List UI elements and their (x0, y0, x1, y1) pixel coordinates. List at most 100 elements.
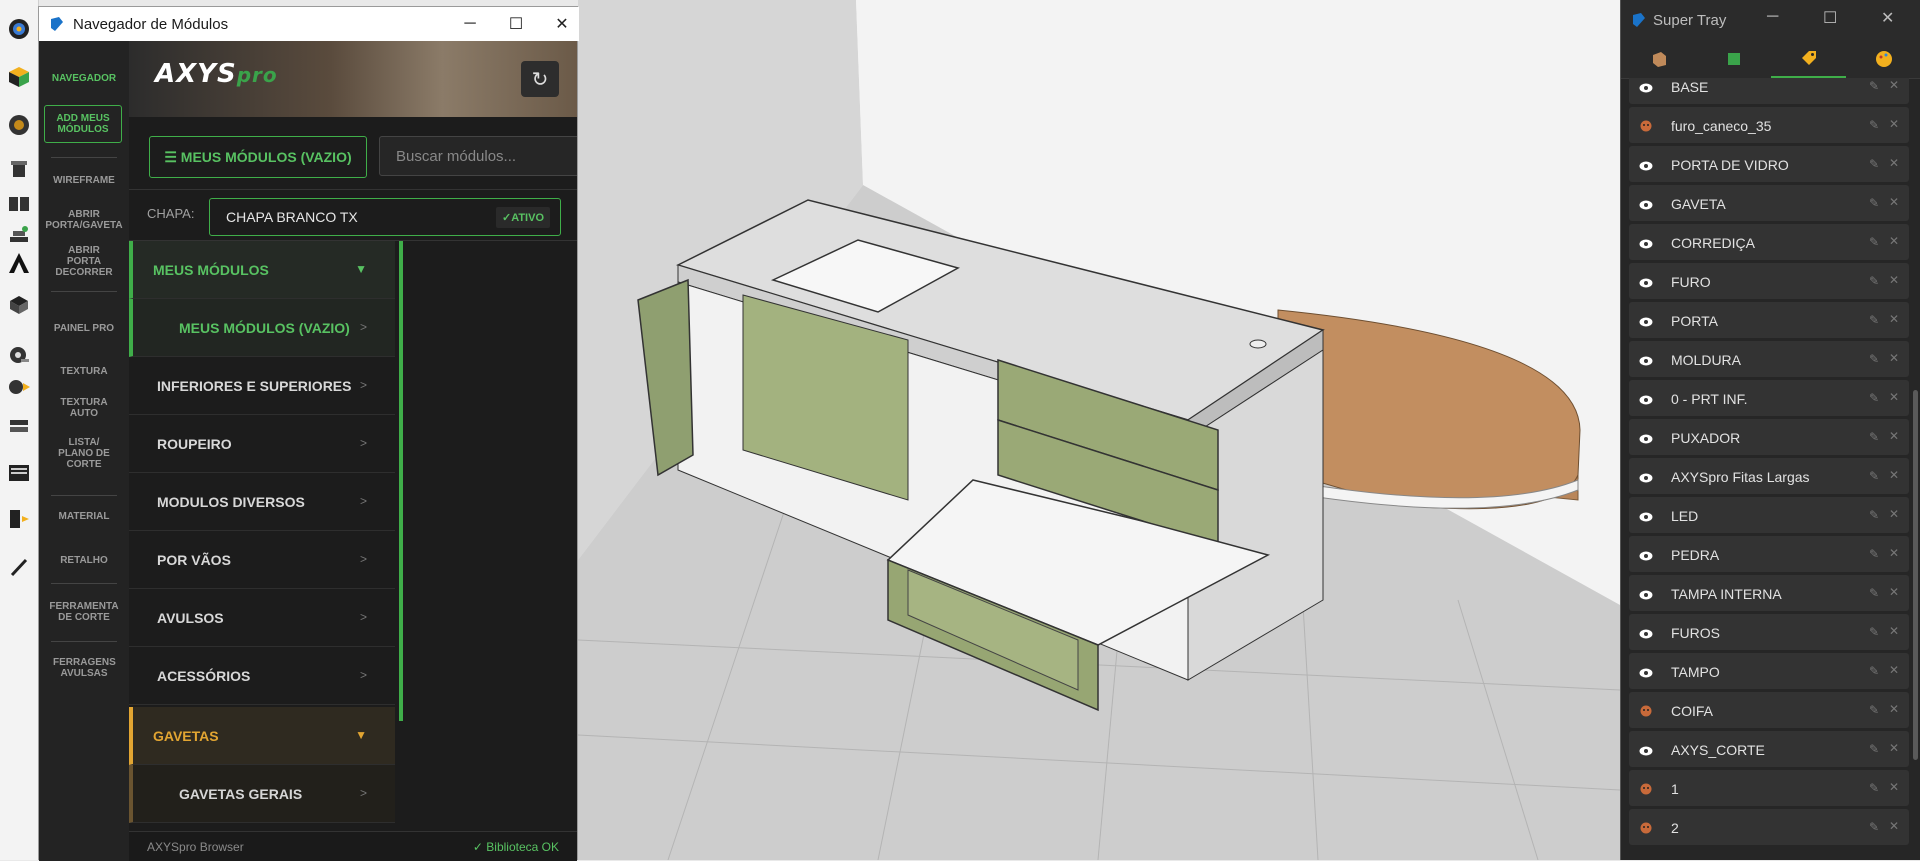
monkey-icon[interactable] (1639, 782, 1653, 800)
buckets-icon[interactable] (6, 190, 32, 216)
close-icon[interactable]: ✕ (1889, 312, 1899, 326)
tag-row[interactable]: PORTA DE VIDRO ✎ ✕ (1629, 146, 1909, 182)
menu-header-gavetas[interactable]: GAVETAS ▼ (129, 707, 395, 765)
eye-icon[interactable] (1639, 353, 1653, 371)
rail-lista-plano-de-corte[interactable]: LISTA/ PLANO DE CORTE (57, 437, 111, 470)
rail-textura-auto[interactable]: TEXTURA AUTO (59, 397, 109, 419)
pencil-icon[interactable]: ✎ (1869, 313, 1879, 327)
tag-row[interactable]: 2 ✎ ✕ (1629, 809, 1909, 845)
menu-item-roupeiro[interactable]: ROUPEIRO > (129, 415, 395, 473)
tag-row[interactable]: furo_caneco_35 ✎ ✕ (1629, 107, 1909, 143)
stack-icon[interactable] (6, 414, 32, 440)
tag-row[interactable]: TAMPO ✎ ✕ (1629, 653, 1909, 689)
close-icon[interactable]: ✕ (1889, 273, 1899, 287)
tag-row[interactable]: AXYSpro Fitas Largas ✎ ✕ (1629, 458, 1909, 494)
close-icon[interactable]: ✕ (1889, 117, 1899, 131)
rail-retalho[interactable]: RETALHO (39, 555, 129, 566)
tape-icon[interactable] (6, 342, 32, 368)
eye-icon[interactable] (1639, 509, 1653, 527)
close-icon[interactable]: ✕ (1889, 390, 1899, 404)
menu-item-inferiores-superiores[interactable]: INFERIORES E SUPERIORES > (129, 357, 395, 415)
menu-item-avulsos[interactable]: AVULSOS > (129, 589, 395, 647)
eye-icon[interactable] (1639, 275, 1653, 293)
eye-icon[interactable] (1639, 431, 1653, 449)
tag-row[interactable]: MOLDURA ✎ ✕ (1629, 341, 1909, 377)
globe-icon[interactable] (6, 16, 32, 42)
eye-icon[interactable] (1639, 548, 1653, 566)
close-icon[interactable]: ✕ (1889, 351, 1899, 365)
rail-wireframe[interactable]: WIREFRAME (39, 175, 129, 186)
close-icon[interactable]: ✕ (1889, 780, 1899, 794)
eye-icon[interactable] (1639, 392, 1653, 410)
minimize-button[interactable]: ─ (447, 7, 493, 41)
pencil-icon[interactable]: ✎ (1869, 508, 1879, 522)
menu-item-modulos-diversos[interactable]: MODULOS DIVERSOS > (129, 473, 395, 531)
pencil-icon[interactable]: ✎ (1869, 703, 1879, 717)
meus-modulos-button[interactable]: ☰ MEUS MÓDULOS (VAZIO) (149, 136, 367, 178)
eye-icon[interactable] (1639, 314, 1653, 332)
menu-header-meus-modulos[interactable]: MEUS MÓDULOS ▼ (129, 241, 395, 299)
pencil-icon[interactable]: ✎ (1869, 79, 1879, 93)
close-icon[interactable]: ✕ (1889, 507, 1899, 521)
close-icon[interactable]: ✕ (1889, 702, 1899, 716)
rail-abrir-porta-decorrer[interactable]: ABRIR PORTA DECORRER (53, 245, 115, 278)
pencil-icon[interactable]: ✎ (1869, 430, 1879, 444)
tape-arrow-icon[interactable] (6, 374, 32, 400)
rail-material[interactable]: MATERIAL (39, 511, 129, 522)
tag-row[interactable]: COIFA ✎ ✕ (1629, 692, 1909, 728)
rail-painel-pro[interactable]: PAINEL PRO (39, 323, 129, 334)
refresh-button[interactable]: ↻ (521, 61, 559, 97)
panel-arrow-icon[interactable] (6, 506, 32, 532)
rail-ferragens-avulsas[interactable]: FERRAGENS AVULSAS (53, 657, 116, 679)
tag-row[interactable]: PEDRA ✎ ✕ (1629, 536, 1909, 572)
close-icon[interactable]: ✕ (1889, 156, 1899, 170)
pencil-icon[interactable]: ✎ (1869, 781, 1879, 795)
tag-row[interactable]: BASE ✎ ✕ (1629, 78, 1909, 104)
monkey-icon[interactable] (1639, 119, 1653, 137)
rail-navegador[interactable]: NAVEGADOR (39, 73, 129, 84)
close-button[interactable]: ✕ (539, 7, 585, 41)
tag-row[interactable]: PORTA ✎ ✕ (1629, 302, 1909, 338)
menu-item-meus-modulos-vazio[interactable]: MEUS MÓDULOS (VAZIO) > (129, 299, 395, 357)
pencil-icon[interactable]: ✎ (1869, 391, 1879, 405)
search-input[interactable]: Buscar módulos... (379, 136, 577, 176)
pencil-icon[interactable] (6, 554, 32, 580)
bucket-icon[interactable] (6, 156, 32, 182)
tag-row[interactable]: LED ✎ ✕ (1629, 497, 1909, 533)
eye-icon[interactable] (1639, 470, 1653, 488)
axys-logo-icon[interactable] (6, 250, 32, 276)
close-icon[interactable]: ✕ (1889, 468, 1899, 482)
close-icon[interactable]: ✕ (1889, 624, 1899, 638)
monkey-icon[interactable] (1639, 704, 1653, 722)
pencil-icon[interactable]: ✎ (1869, 235, 1879, 249)
pencil-icon[interactable]: ✎ (1869, 118, 1879, 132)
close-icon[interactable]: ✕ (1889, 663, 1899, 677)
tab-tags[interactable] (1771, 40, 1846, 78)
pencil-icon[interactable]: ✎ (1869, 586, 1879, 600)
pencil-icon[interactable]: ✎ (1869, 625, 1879, 639)
pencil-icon[interactable]: ✎ (1869, 196, 1879, 210)
pencil-icon[interactable]: ✎ (1869, 664, 1879, 678)
pencil-icon[interactable]: ✎ (1869, 274, 1879, 288)
rail-textura[interactable]: TEXTURA (39, 366, 129, 377)
pencil-icon[interactable]: ✎ (1869, 469, 1879, 483)
close-button[interactable]: ✕ (1881, 8, 1894, 28)
monkey-icon[interactable] (1639, 821, 1653, 839)
menu-item-por-vaos[interactable]: POR VÃOS > (129, 531, 395, 589)
cut-list-icon[interactable] (6, 460, 32, 486)
close-icon[interactable]: ✕ (1889, 585, 1899, 599)
menu-item-acessorios[interactable]: ACESSÓRIOS > (129, 647, 395, 705)
eye-icon[interactable] (1639, 158, 1653, 176)
gear-icon[interactable] (6, 112, 32, 138)
cube-icon[interactable] (6, 64, 32, 90)
pencil-icon[interactable]: ✎ (1869, 742, 1879, 756)
tag-row[interactable]: PUXADOR ✎ ✕ (1629, 419, 1909, 455)
close-icon[interactable]: ✕ (1889, 429, 1899, 443)
close-icon[interactable]: ✕ (1889, 78, 1899, 92)
tag-row[interactable]: 1 ✎ ✕ (1629, 770, 1909, 806)
tag-row[interactable]: GAVETA ✎ ✕ (1629, 185, 1909, 221)
close-icon[interactable]: ✕ (1889, 234, 1899, 248)
eye-icon[interactable] (1639, 236, 1653, 254)
pencil-icon[interactable]: ✎ (1869, 352, 1879, 366)
tag-row[interactable]: CORREDIÇA ✎ ✕ (1629, 224, 1909, 260)
